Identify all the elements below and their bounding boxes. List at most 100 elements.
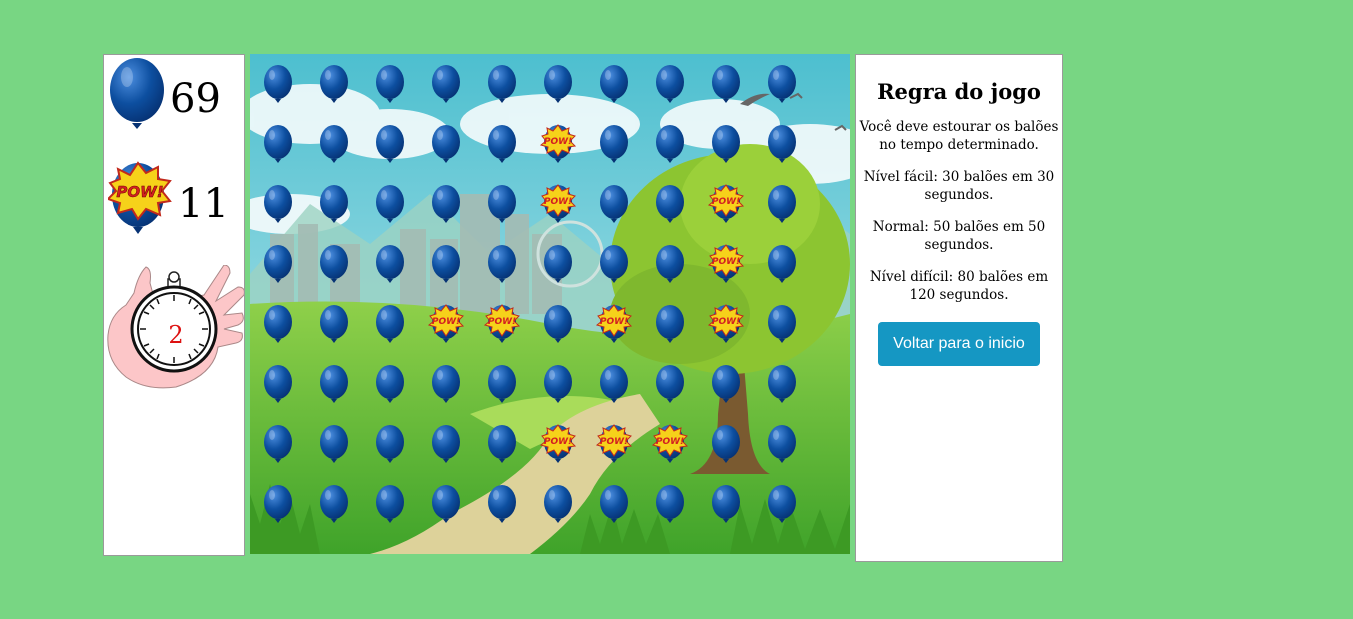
pow-balloon-icon: POW! bbox=[539, 124, 577, 163]
balloons-remaining-count: 69 bbox=[170, 76, 221, 122]
svg-text:POW!: POW! bbox=[712, 257, 740, 267]
balloon[interactable] bbox=[762, 122, 802, 174]
balloon[interactable] bbox=[426, 242, 466, 294]
balloon-icon bbox=[264, 485, 292, 523]
balloon[interactable] bbox=[426, 422, 466, 474]
balloon[interactable] bbox=[426, 362, 466, 414]
svg-text:POW!: POW! bbox=[600, 317, 628, 327]
balloon[interactable] bbox=[482, 62, 522, 114]
balloon[interactable] bbox=[650, 302, 690, 354]
balloon[interactable] bbox=[594, 362, 634, 414]
balloon-icon bbox=[376, 365, 404, 403]
balloon[interactable] bbox=[762, 242, 802, 294]
balloon[interactable] bbox=[258, 362, 298, 414]
balloon[interactable] bbox=[482, 242, 522, 294]
balloon[interactable] bbox=[594, 242, 634, 294]
rules-normal-level: Normal: 50 balões em 50 segundos. bbox=[872, 219, 1046, 253]
balloon[interactable] bbox=[482, 422, 522, 474]
balloon[interactable] bbox=[258, 482, 298, 534]
balloon[interactable] bbox=[258, 242, 298, 294]
balloon-icon bbox=[264, 245, 292, 283]
balloon[interactable] bbox=[762, 482, 802, 534]
balloon[interactable] bbox=[370, 362, 410, 414]
balloon-icon bbox=[600, 245, 628, 283]
balloon-icon bbox=[712, 485, 740, 523]
balloon[interactable] bbox=[706, 122, 746, 174]
balloon[interactable] bbox=[538, 242, 578, 294]
balloon[interactable] bbox=[482, 482, 522, 534]
balloon[interactable] bbox=[594, 62, 634, 114]
balloon[interactable] bbox=[706, 62, 746, 114]
balloon[interactable] bbox=[594, 122, 634, 174]
balloon-icon bbox=[768, 65, 796, 103]
balloon[interactable] bbox=[706, 422, 746, 474]
balloon[interactable] bbox=[594, 182, 634, 234]
balloon-icon bbox=[656, 245, 684, 283]
balloon-icon bbox=[656, 365, 684, 403]
balloon-icon bbox=[768, 305, 796, 343]
balloon[interactable] bbox=[370, 122, 410, 174]
balloon[interactable] bbox=[314, 482, 354, 534]
balloon[interactable] bbox=[370, 302, 410, 354]
balloon-icon bbox=[488, 245, 516, 283]
balloon-icon bbox=[264, 185, 292, 223]
balloon[interactable] bbox=[762, 422, 802, 474]
balloon[interactable] bbox=[594, 482, 634, 534]
pow-balloon-icon: POW! bbox=[707, 244, 745, 283]
balloon-icon bbox=[600, 185, 628, 223]
balloon[interactable] bbox=[258, 302, 298, 354]
pow-balloon-icon: POW! bbox=[539, 184, 577, 223]
back-to-start-button[interactable]: Voltar para o inicio bbox=[878, 322, 1040, 366]
balloon[interactable] bbox=[650, 182, 690, 234]
balloon[interactable] bbox=[370, 242, 410, 294]
balloon-icon bbox=[376, 65, 404, 103]
balloon[interactable] bbox=[314, 422, 354, 474]
balloon[interactable] bbox=[650, 362, 690, 414]
balloon[interactable] bbox=[482, 362, 522, 414]
balloon[interactable] bbox=[426, 482, 466, 534]
balloon-icon bbox=[320, 425, 348, 463]
balloon-icon bbox=[320, 125, 348, 163]
balloon[interactable] bbox=[314, 62, 354, 114]
balloon[interactable] bbox=[762, 62, 802, 114]
balloon-icon bbox=[376, 245, 404, 283]
balloon[interactable] bbox=[706, 362, 746, 414]
balloon[interactable] bbox=[762, 302, 802, 354]
balloon[interactable] bbox=[482, 182, 522, 234]
balloon[interactable] bbox=[370, 482, 410, 534]
popped-balloon: POW! bbox=[538, 122, 578, 174]
balloon[interactable] bbox=[314, 242, 354, 294]
balloon[interactable] bbox=[314, 302, 354, 354]
balloon[interactable] bbox=[370, 62, 410, 114]
balloon[interactable] bbox=[538, 362, 578, 414]
balloon[interactable] bbox=[650, 122, 690, 174]
balloon[interactable] bbox=[370, 182, 410, 234]
balloon[interactable] bbox=[426, 122, 466, 174]
balloon[interactable] bbox=[538, 62, 578, 114]
balloon[interactable] bbox=[762, 182, 802, 234]
balloon[interactable] bbox=[258, 182, 298, 234]
balloon-icon bbox=[656, 125, 684, 163]
svg-text:POW!: POW! bbox=[600, 437, 628, 447]
balloon[interactable] bbox=[314, 182, 354, 234]
balloon-icon bbox=[432, 485, 460, 523]
balloon[interactable] bbox=[314, 362, 354, 414]
svg-text:POW!: POW! bbox=[488, 317, 516, 327]
balloon[interactable] bbox=[482, 122, 522, 174]
balloon[interactable] bbox=[258, 62, 298, 114]
balloon[interactable] bbox=[762, 362, 802, 414]
rules-easy-level: Nível fácil: 30 balões em 30 segundos. bbox=[863, 169, 1055, 203]
balloon[interactable] bbox=[426, 182, 466, 234]
balloon[interactable] bbox=[258, 422, 298, 474]
balloon[interactable] bbox=[706, 482, 746, 534]
balloon-icon bbox=[320, 65, 348, 103]
balloon[interactable] bbox=[314, 122, 354, 174]
balloon[interactable] bbox=[538, 482, 578, 534]
balloon[interactable] bbox=[538, 302, 578, 354]
balloon[interactable] bbox=[650, 62, 690, 114]
balloon[interactable] bbox=[426, 62, 466, 114]
balloon[interactable] bbox=[650, 242, 690, 294]
balloon[interactable] bbox=[370, 422, 410, 474]
balloon[interactable] bbox=[650, 482, 690, 534]
balloon[interactable] bbox=[258, 122, 298, 174]
